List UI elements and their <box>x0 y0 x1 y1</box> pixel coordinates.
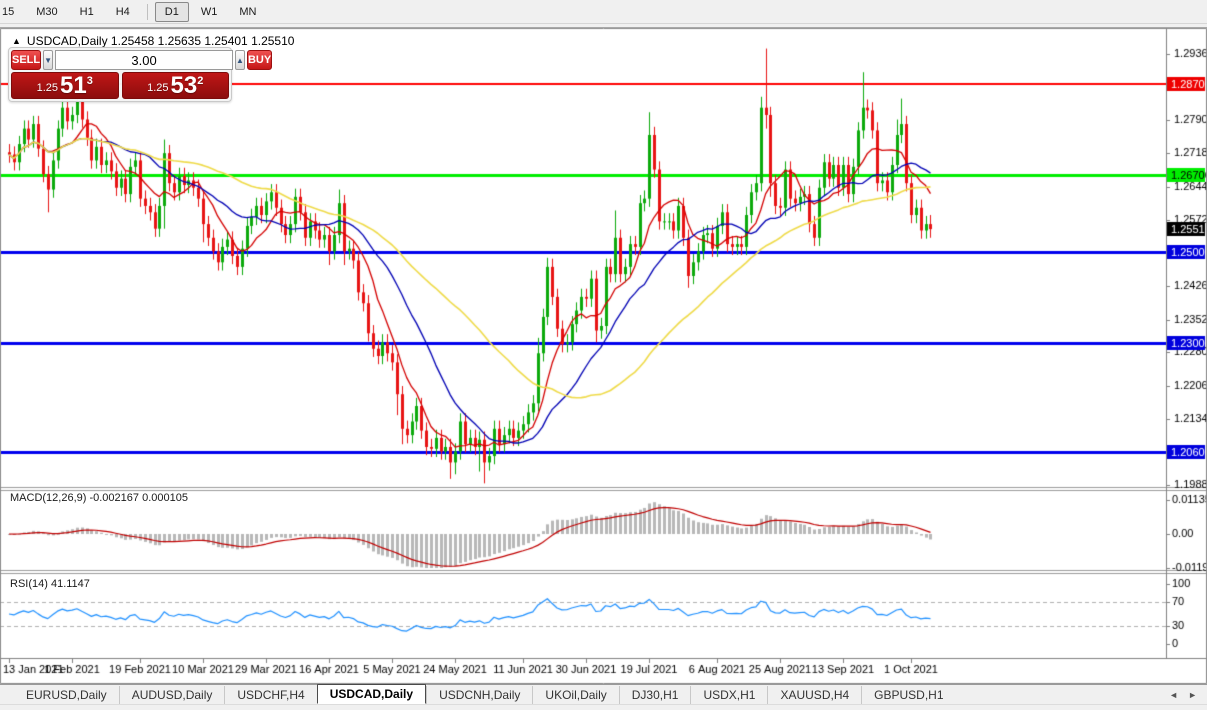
symbol-tabbar: EURUSD,DailyAUDUSD,DailyUSDCHF,H4USDCAD,… <box>0 684 1207 704</box>
toolbar-separator <box>147 4 148 20</box>
tab-scroll-left-icon[interactable]: ◄ <box>1169 690 1178 700</box>
bid-prefix: 1.25 <box>37 82 58 94</box>
chart-tab-usdcnh[interactable]: USDCNH,Daily <box>426 686 532 704</box>
timeframe-button-15[interactable]: 15 <box>0 2 24 22</box>
chart-tab-gbpusd[interactable]: GBPUSD,H1 <box>861 686 955 704</box>
sell-button[interactable]: SELL <box>11 50 41 70</box>
chart-tab-ukoil[interactable]: UKOil,Daily <box>532 686 618 704</box>
timeframe-button-m30[interactable]: M30 <box>26 2 67 22</box>
chevron-down-icon: ▼ <box>44 56 52 65</box>
macd-label: MACD(12,26,9) -0.002167 0.000105 <box>10 492 188 504</box>
ask-quote[interactable]: 1.25532 <box>122 72 230 99</box>
chart-tab-usdx[interactable]: USDX,H1 <box>690 686 767 704</box>
timeframe-button-h1[interactable]: H1 <box>70 2 104 22</box>
chart-tab-xauusd[interactable]: XAUUSD,H4 <box>767 686 861 704</box>
chart-canvas[interactable] <box>0 28 1207 684</box>
bid-quote[interactable]: 1.25513 <box>11 72 119 99</box>
rsi-label: RSI(14) 41.1147 <box>10 578 90 590</box>
timeframe-button-mn[interactable]: MN <box>229 2 266 22</box>
bottom-strip <box>0 704 1207 710</box>
timeframe-toolbar: 15M30H1H4 D1W1MN <box>0 0 1207 24</box>
collapse-icon[interactable]: ▲ <box>12 36 21 46</box>
volume-decrease-button[interactable]: ▼ <box>43 50 53 70</box>
symbol-ohlc-title: USDCAD,Daily 1.25458 1.25635 1.25401 1.2… <box>27 34 295 48</box>
one-click-trade-panel: SELL ▼ ▲ BUY 1.25513 1.25532 <box>8 47 232 102</box>
volume-input[interactable] <box>55 50 233 70</box>
chart-tab-usdcad[interactable]: USDCAD,Daily <box>317 684 426 704</box>
tab-scroll-controls: ◄► <box>1169 690 1207 704</box>
timeframe-button-d1[interactable]: D1 <box>155 2 189 22</box>
chart-tab-eurusd[interactable]: EURUSD,Daily <box>14 686 119 704</box>
bid-sup: 3 <box>87 75 93 87</box>
ask-big: 53 <box>171 75 198 97</box>
timeframe-button-w1[interactable]: W1 <box>191 2 228 22</box>
chart-tab-audusd[interactable]: AUDUSD,Daily <box>119 686 225 704</box>
chart-title: ▲ USDCAD,Daily 1.25458 1.25635 1.25401 1… <box>12 34 294 48</box>
chart-tab-usdchf[interactable]: USDCHF,H4 <box>224 686 316 704</box>
bid-big: 51 <box>60 75 87 97</box>
buy-button[interactable]: BUY <box>247 50 272 70</box>
chevron-up-icon: ▲ <box>236 56 244 65</box>
ask-prefix: 1.25 <box>147 82 168 94</box>
chart-tab-dj30[interactable]: DJ30,H1 <box>619 686 691 704</box>
ask-sup: 2 <box>197 75 203 87</box>
volume-increase-button[interactable]: ▲ <box>235 50 245 70</box>
timeframe-button-h4[interactable]: H4 <box>106 2 140 22</box>
tab-scroll-right-icon[interactable]: ► <box>1188 690 1197 700</box>
